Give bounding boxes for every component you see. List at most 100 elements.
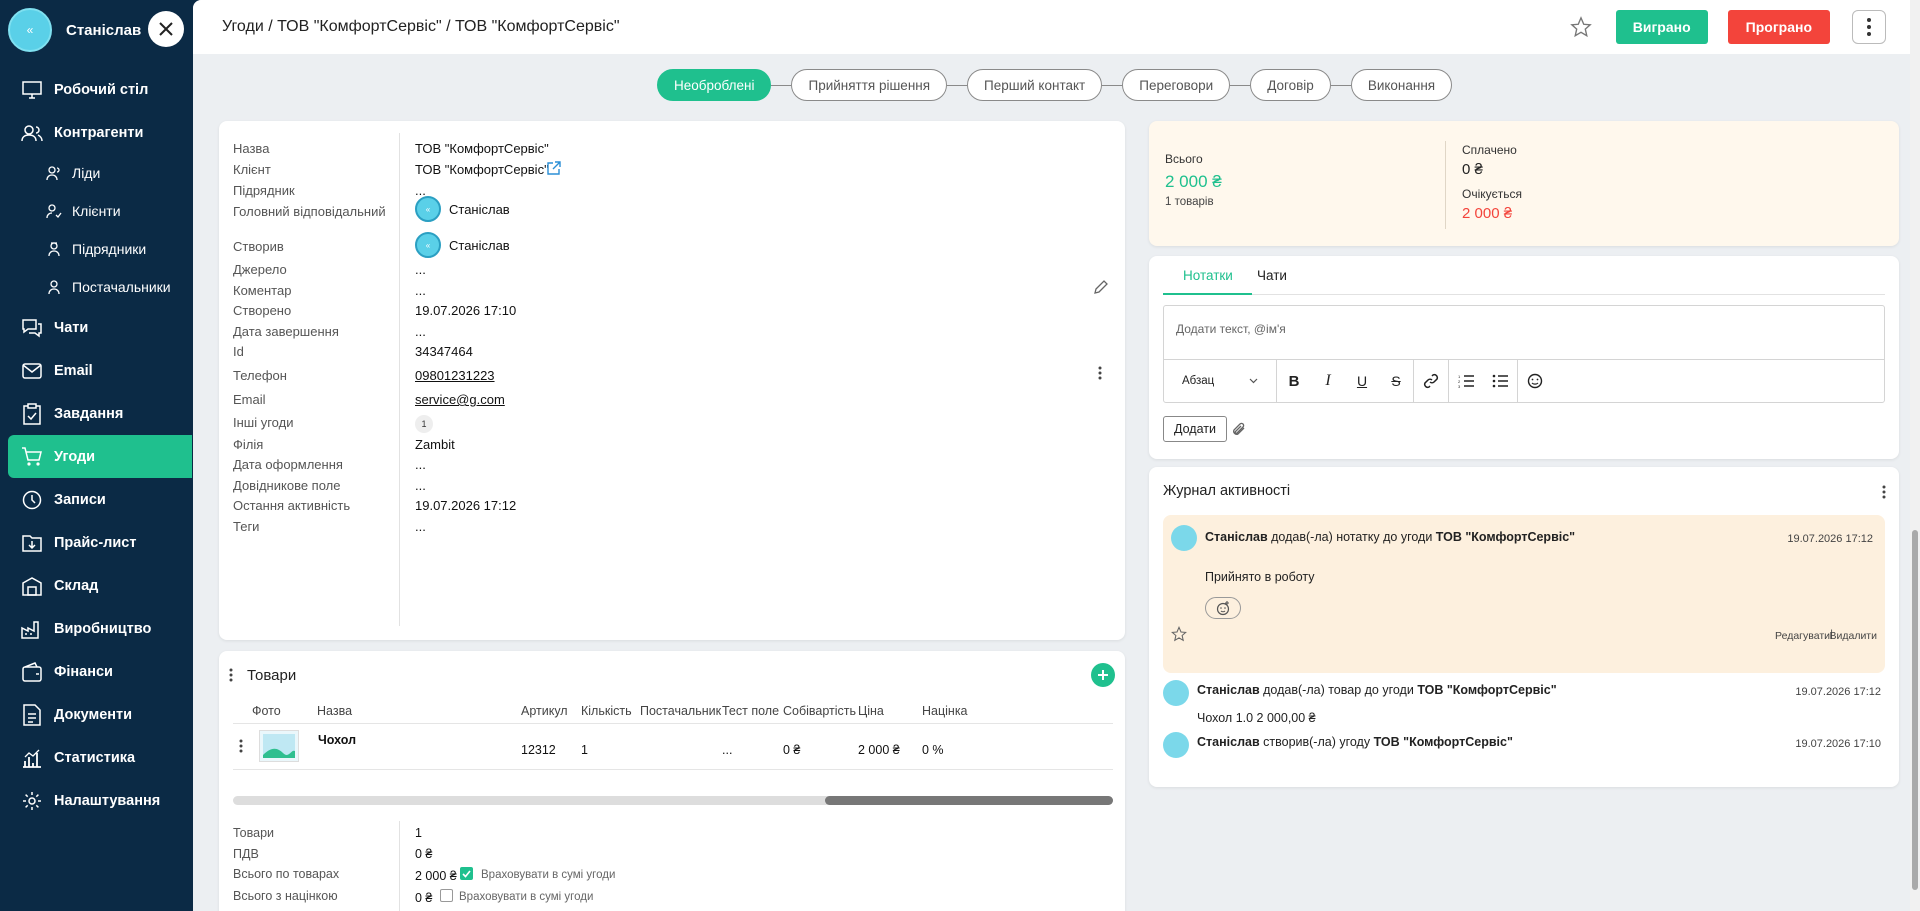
underline-icon: U xyxy=(1356,373,1368,389)
strikethrough-button[interactable]: S xyxy=(1379,366,1413,396)
emoji-add-icon xyxy=(1216,601,1230,616)
sidebar-item-deals[interactable]: Угоди xyxy=(8,435,192,478)
column-header: Артикул xyxy=(521,704,568,718)
tab-chats[interactable]: Чати xyxy=(1257,268,1287,283)
stage-negotiations[interactable]: Переговори xyxy=(1122,69,1231,101)
avatar[interactable] xyxy=(1171,525,1197,551)
favorite-button[interactable] xyxy=(1568,14,1594,40)
pencil-icon[interactable] xyxy=(1093,279,1109,295)
product-image-icon[interactable] xyxy=(259,730,299,762)
add-product-button[interactable] xyxy=(1091,663,1115,687)
underline-button[interactable]: U xyxy=(1345,366,1379,396)
link-icon xyxy=(1423,373,1439,389)
row-menu-icon[interactable] xyxy=(239,739,243,753)
stage-connector xyxy=(1230,84,1251,86)
product-qty[interactable]: 1 xyxy=(581,743,588,757)
stage-pipeline: Необроблені Прийняття рішення Перший кон… xyxy=(657,69,1453,101)
sidebar-item-desktop[interactable]: Робочий стіл xyxy=(0,68,193,111)
add-note-button[interactable]: Додати xyxy=(1163,416,1227,442)
sidebar-item-finance[interactable]: Фінанси xyxy=(0,650,193,693)
deal-info-card: Назва ТОВ "КомфортСервіс" Клієнт ТОВ "Комф… xyxy=(219,121,1125,640)
ordered-list-button[interactable]: 123 xyxy=(1449,366,1483,396)
link-button[interactable] xyxy=(1414,366,1448,396)
sidebar-item-email[interactable]: Email xyxy=(0,349,193,392)
drag-handle-icon[interactable] xyxy=(229,668,233,682)
note-input[interactable]: Додати текст, @ім'я xyxy=(1164,306,1884,360)
count-badge[interactable]: 1 xyxy=(415,415,433,433)
product-sku: 12312 xyxy=(521,743,556,757)
paperclip-icon[interactable] xyxy=(1231,421,1247,437)
lost-button[interactable]: Програно xyxy=(1727,10,1830,44)
stage-decision[interactable]: Прийняття рішення xyxy=(791,69,948,101)
ordered-list-icon: 123 xyxy=(1458,374,1474,388)
stage-first-contact[interactable]: Перший контакт xyxy=(967,69,1103,101)
sidebar-item-clients[interactable]: Клієнти xyxy=(0,192,193,230)
won-button[interactable]: Виграно xyxy=(1615,10,1708,44)
sidebar-item-statistics[interactable]: Статистика xyxy=(0,736,193,779)
sidebar-item-contacts[interactable]: Контрагенти xyxy=(0,111,193,154)
paragraph-select[interactable]: Абзац xyxy=(1164,375,1276,387)
stage-execution[interactable]: Виконання xyxy=(1350,69,1453,101)
sidebar-item-tasks[interactable]: Завдання xyxy=(0,392,193,435)
sidebar-item-chats[interactable]: Чати xyxy=(0,306,193,349)
horizontal-scrollbar[interactable] xyxy=(233,796,1113,805)
scrollbar-thumb[interactable] xyxy=(1912,530,1918,890)
stage-contract[interactable]: Договір xyxy=(1250,69,1331,101)
more-vertical-icon[interactable] xyxy=(1098,366,1102,380)
sidebar-item-documents[interactable]: Документи xyxy=(0,693,193,736)
activity-text: Станіслав додав(-ла) нотатку до угоди ТО… xyxy=(1205,530,1576,544)
sidebar-item-contractors[interactable]: Підрядники xyxy=(0,230,193,268)
divider xyxy=(1445,141,1446,229)
tab-notes[interactable]: Нотатки xyxy=(1183,268,1233,283)
sidebar-item-warehouse[interactable]: Склад xyxy=(0,564,193,607)
sidebar-item-records[interactable]: Записи xyxy=(0,478,193,521)
activity-detail: Чохол 1.0 2 000,00 ₴ xyxy=(1197,711,1316,725)
divider xyxy=(233,769,1113,770)
delete-link[interactable]: Видалити xyxy=(1829,630,1877,642)
close-sidebar-button[interactable] xyxy=(148,11,184,47)
stage-connector xyxy=(1330,84,1351,86)
sidebar-item-leads[interactable]: Ліди xyxy=(0,154,193,192)
include-in-total-checkbox[interactable] xyxy=(460,867,473,880)
more-vertical-icon[interactable] xyxy=(1882,485,1886,499)
expected-label: Очікується xyxy=(1462,187,1523,201)
activity-text: Станіслав додав(-ла) товар до угоди ТОВ … xyxy=(1197,683,1557,697)
avatar[interactable]: « xyxy=(8,8,52,52)
sidebar-item-suppliers[interactable]: Постачальники xyxy=(0,268,193,306)
wallet-icon xyxy=(20,660,44,684)
stage-unprocessed[interactable]: Необроблені xyxy=(657,69,772,101)
add-reaction-button[interactable] xyxy=(1205,597,1241,619)
activity-note-entry: Станіслав додав(-ла) нотатку до угоди ТО… xyxy=(1163,515,1885,673)
more-menu-button[interactable] xyxy=(1852,10,1886,44)
product-name[interactable]: Чохол xyxy=(318,733,356,747)
markup-include-checkbox[interactable] xyxy=(440,889,453,902)
table-row[interactable]: Чохол 12312 1 ... 0 ₴ 2 000 ₴ 0 % xyxy=(219,724,1125,769)
product-markup: 0 % xyxy=(922,743,944,757)
bold-button[interactable]: B xyxy=(1277,366,1311,396)
edit-link[interactable]: Редагувати xyxy=(1775,630,1830,642)
star-icon[interactable] xyxy=(1171,626,1187,642)
product-price[interactable]: 2 000 ₴ xyxy=(858,743,900,757)
sidebar-header: « Станіслав xyxy=(0,0,193,60)
page-scrollbar[interactable] xyxy=(1910,0,1920,911)
contractor-icon xyxy=(46,241,62,257)
sidebar-item-label: Прайс-лист xyxy=(54,534,137,551)
avatar[interactable] xyxy=(1163,732,1189,758)
sidebar-item-settings[interactable]: Налаштування xyxy=(0,779,193,822)
bullet-list-button[interactable] xyxy=(1483,366,1517,396)
sidebar-item-production[interactable]: Виробництво xyxy=(0,607,193,650)
avatar[interactable] xyxy=(1163,680,1189,706)
chat-icon xyxy=(20,316,44,340)
total-label: Всього xyxy=(1165,152,1203,166)
cart-icon xyxy=(20,445,44,469)
emoji-button[interactable] xyxy=(1518,366,1552,396)
sidebar-item-pricelist[interactable]: Прайс-лист xyxy=(0,521,193,564)
emoji-icon xyxy=(1527,373,1543,389)
sidebar-item-label: Записи xyxy=(54,491,106,508)
mail-icon xyxy=(20,359,44,383)
scrollbar-thumb[interactable] xyxy=(825,796,1113,805)
column-header: Фото xyxy=(252,704,281,718)
sidebar-item-label: Статистика xyxy=(54,749,136,766)
external-link-icon[interactable] xyxy=(547,161,561,175)
italic-button[interactable]: I xyxy=(1311,366,1345,396)
